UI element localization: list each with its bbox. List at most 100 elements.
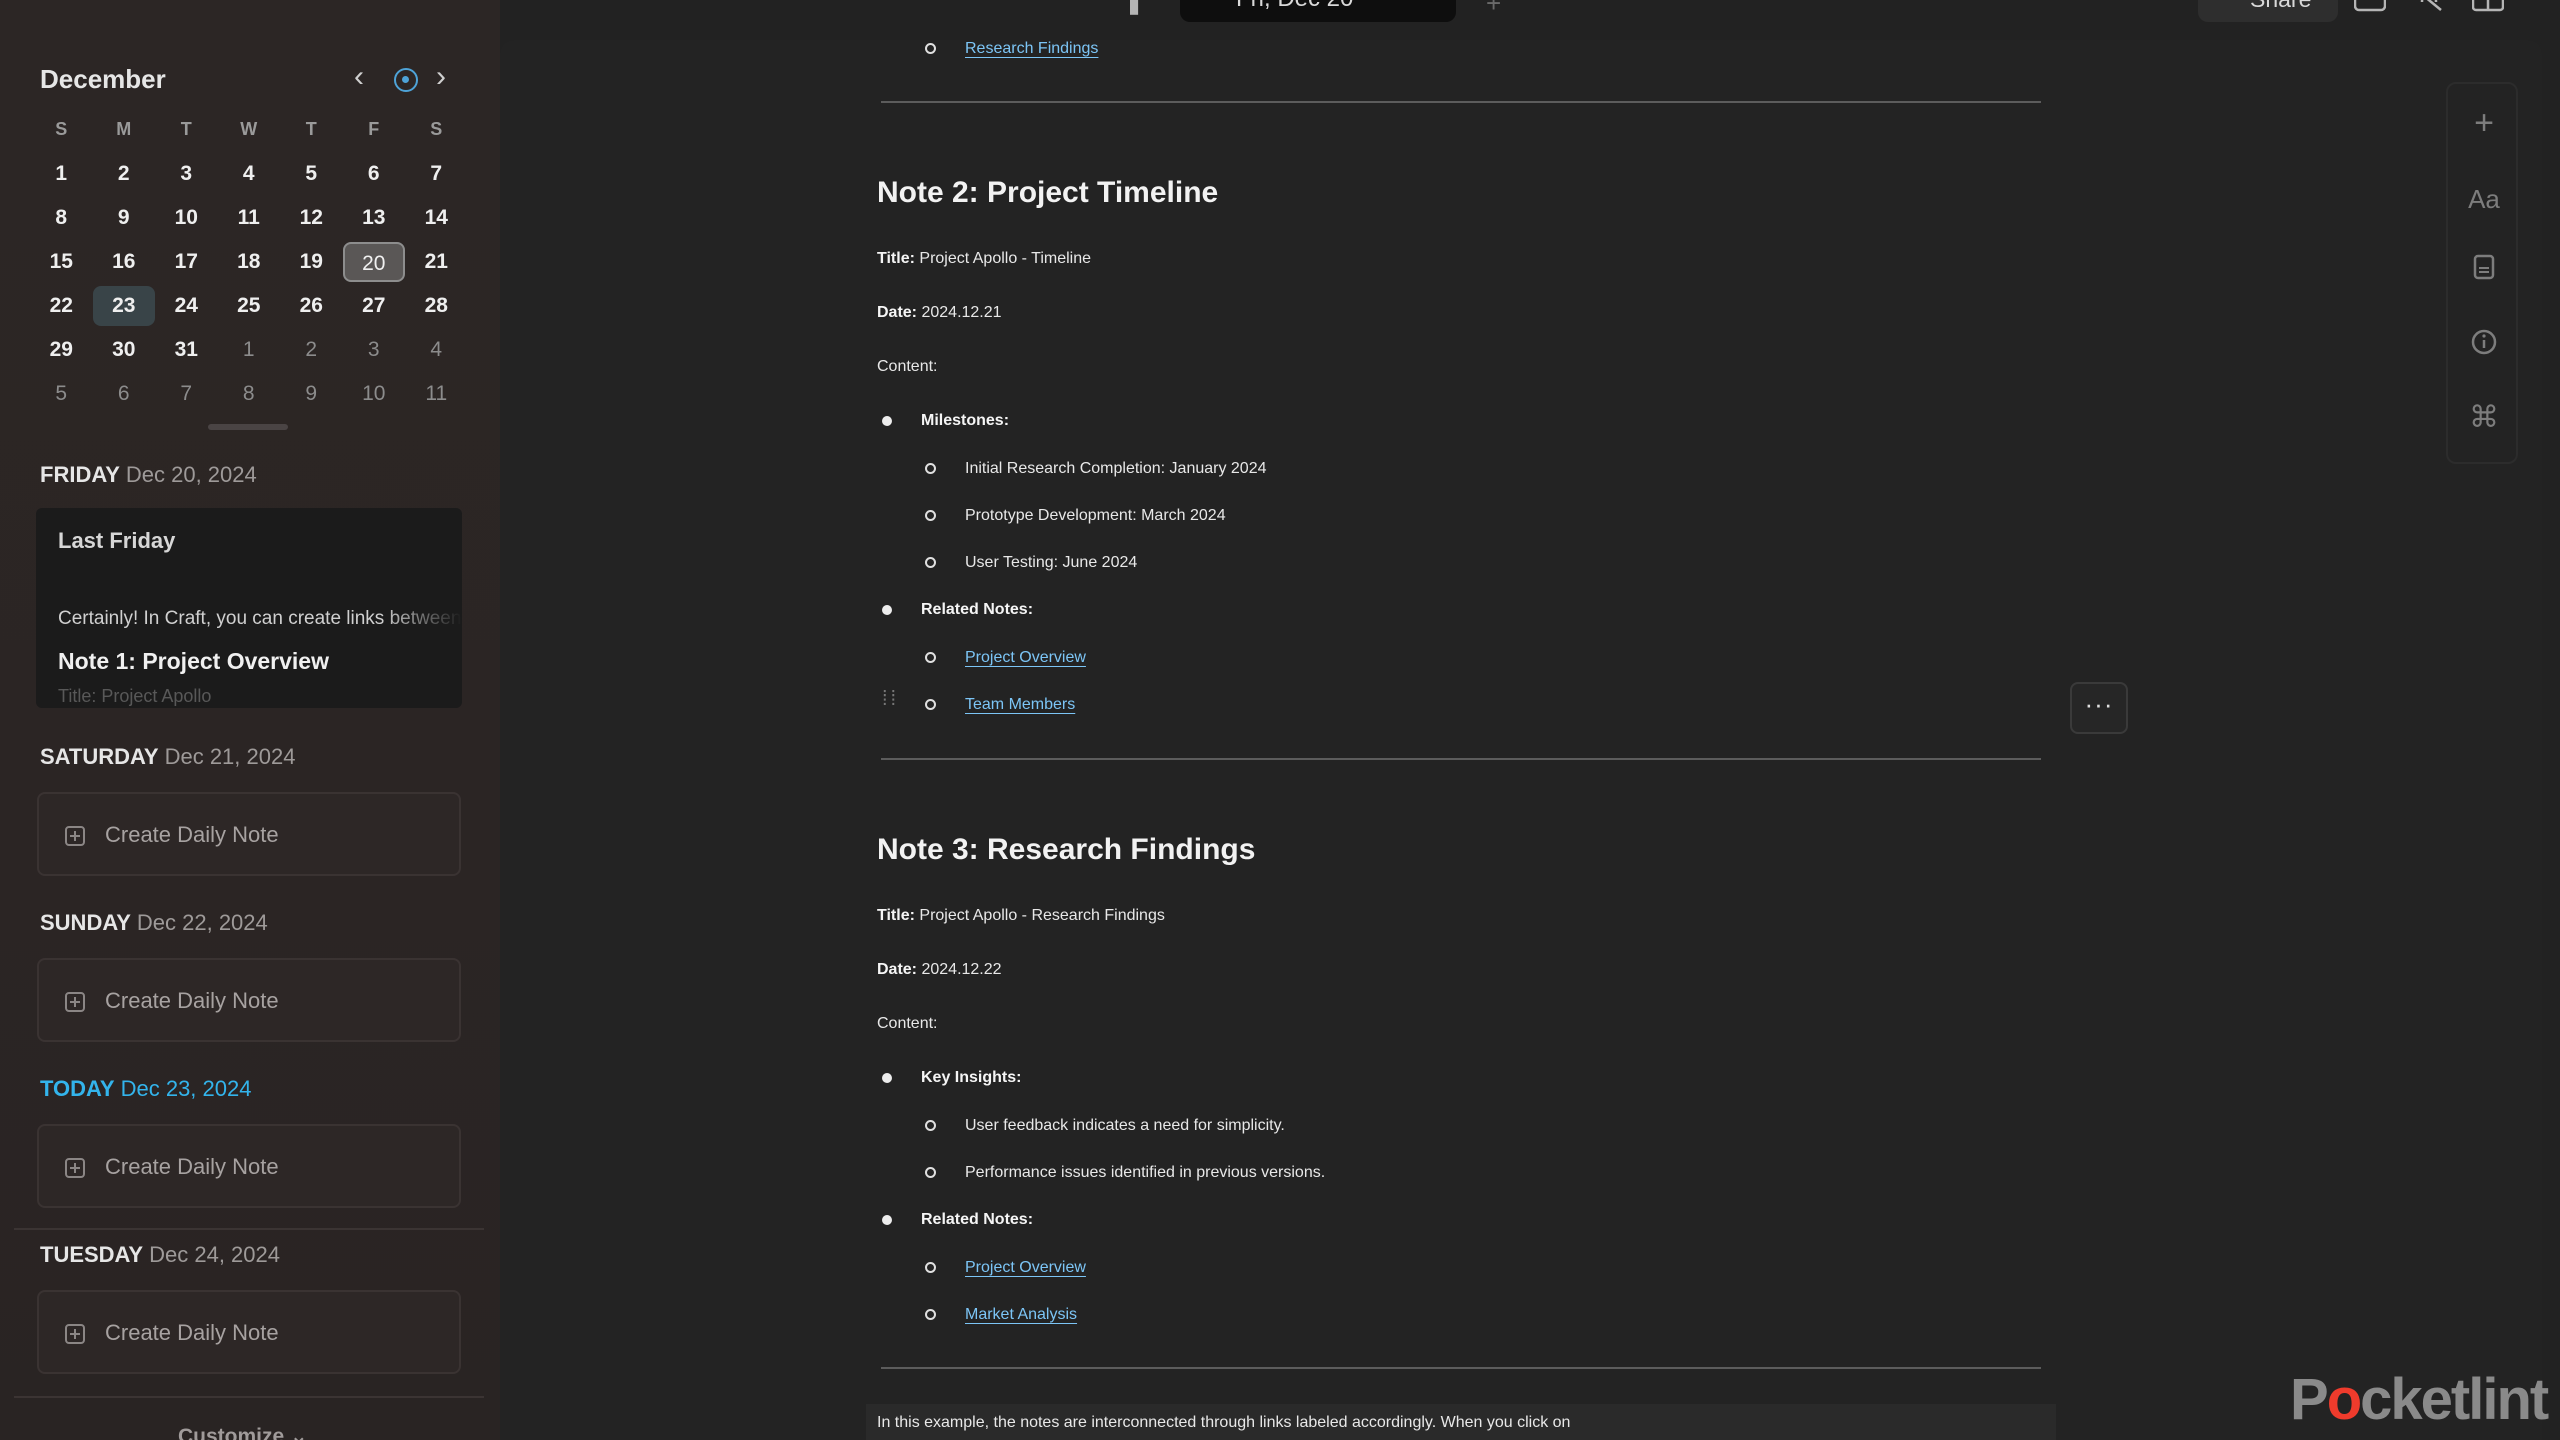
- page-style-icon[interactable]: [2448, 254, 2520, 287]
- calendar-day[interactable]: 15: [30, 242, 93, 282]
- calendar-day[interactable]: 19: [280, 242, 343, 282]
- calendar-day[interactable]: 5: [30, 374, 93, 414]
- pocketlint-watermark-logo: Pocketlint: [2290, 1366, 2549, 1433]
- previous-month-icon[interactable]: ‹: [354, 62, 364, 92]
- add-tab-icon[interactable]: +: [1486, 0, 1501, 16]
- summary-paragraph[interactable]: In this example, the notes are interconn…: [877, 1406, 1570, 1440]
- create-daily-note-button[interactable]: Create Daily Note: [37, 958, 461, 1042]
- lock-icon[interactable]: ▮: [1128, 0, 1140, 18]
- calendar-day[interactable]: 3: [155, 154, 218, 194]
- notifications-off-icon[interactable]: [2414, 0, 2444, 12]
- drag-handle-icon[interactable]: ⁞⁞: [882, 689, 899, 709]
- share-label: Share: [2250, 0, 2311, 12]
- add-block-icon[interactable]: +: [2448, 104, 2520, 143]
- calendar-day[interactable]: 2: [280, 330, 343, 370]
- calendar-resize-handle[interactable]: [208, 424, 288, 430]
- calendar-day[interactable]: 7: [155, 374, 218, 414]
- calendar-day[interactable]: 8: [218, 374, 281, 414]
- milestone-item: User Testing: June 2024: [965, 554, 1138, 571]
- calendar-day[interactable]: 2: [93, 154, 156, 194]
- day-weekday: SUNDAY: [40, 910, 131, 935]
- calendar-day[interactable]: 30: [93, 330, 156, 370]
- calendar-day[interactable]: 4: [218, 154, 281, 194]
- calendar-day[interactable]: 27: [343, 286, 406, 326]
- add-note-icon: [65, 826, 85, 846]
- weekday-label: S: [430, 119, 443, 139]
- block-more-options-button[interactable]: ···: [2070, 682, 2128, 734]
- command-icon[interactable]: ⌘: [2448, 400, 2520, 435]
- calendar-day[interactable]: 25: [218, 286, 281, 326]
- calendar-day[interactable]: 6: [343, 154, 406, 194]
- key-insights-label-text: Key Insights:: [921, 1069, 1022, 1086]
- customize-button[interactable]: Customize ⌄: [178, 1424, 308, 1440]
- link-project-overview[interactable]: Project Overview: [965, 1251, 1086, 1285]
- calendar-day[interactable]: 10: [343, 374, 406, 414]
- calendar-day[interactable]: 6: [93, 374, 156, 414]
- calendar-day[interactable]: 9: [280, 374, 343, 414]
- sidebar-divider: [14, 1396, 484, 1398]
- link-market-analysis[interactable]: Market Analysis: [965, 1298, 1077, 1332]
- info-icon[interactable]: [2448, 328, 2520, 363]
- calendar-day[interactable]: 22: [30, 286, 93, 326]
- create-daily-note-button[interactable]: Create Daily Note: [37, 1290, 461, 1374]
- day-date: Dec 24, 2024: [149, 1242, 280, 1267]
- calendar-day[interactable]: 20: [342, 242, 405, 282]
- calendar-day[interactable]: 13: [343, 198, 406, 238]
- weekday-label: F: [368, 119, 380, 139]
- share-button[interactable]: Share: [2198, 0, 2338, 22]
- date-label: Date:: [877, 304, 918, 321]
- create-daily-note-label: Create Daily Note: [105, 822, 279, 847]
- day-date: Dec 23, 2024: [120, 1076, 252, 1101]
- calendar-day[interactable]: 21: [405, 242, 468, 282]
- calendar-day[interactable]: 26: [280, 286, 343, 326]
- calendar-day[interactable]: 23: [92, 286, 155, 326]
- insight-item: User feedback indicates a need for simpl…: [965, 1117, 1285, 1134]
- calendar-day[interactable]: 17: [155, 242, 218, 282]
- document-date-pill[interactable]: Fri, Dec 20: [1180, 0, 1456, 22]
- calendar-day[interactable]: 14: [405, 198, 468, 238]
- create-daily-note-button[interactable]: Create Daily Note: [37, 1124, 461, 1208]
- day-header-sunday: SUNDAY Dec 22, 2024: [40, 910, 268, 936]
- calendar-day[interactable]: 1: [30, 154, 93, 194]
- note2-title-line: Title: Project Apollo - Timeline: [877, 242, 1091, 276]
- calendar-day[interactable]: 18: [218, 242, 281, 282]
- daily-note-card-friday[interactable]: Last Friday Certainly! In Craft, you can…: [36, 508, 462, 708]
- jump-to-today-icon[interactable]: [394, 68, 418, 92]
- calendar-day[interactable]: 4: [405, 330, 468, 370]
- text-style-icon[interactable]: Aa: [2448, 184, 2520, 215]
- card-snippet: Certainly! In Craft, you can create link…: [58, 608, 462, 629]
- weekday-label: S: [55, 119, 68, 139]
- calendar-day[interactable]: 10: [155, 198, 218, 238]
- note3-title-line: Title: Project Apollo - Research Finding…: [877, 899, 1165, 933]
- calendar-day[interactable]: 11: [218, 198, 281, 238]
- calendar-day[interactable]: 5: [280, 154, 343, 194]
- calendar-day[interactable]: 11: [405, 374, 468, 414]
- calendar-day[interactable]: 3: [343, 330, 406, 370]
- calendar-day[interactable]: 7: [405, 154, 468, 194]
- sidebar-divider: [14, 1228, 484, 1230]
- calendar-day[interactable]: 24: [155, 286, 218, 326]
- list-bullet: [882, 416, 892, 426]
- list-bullet: [925, 1120, 936, 1131]
- calendar-day[interactable]: 28: [405, 286, 468, 326]
- link-project-overview[interactable]: Project Overview: [965, 641, 1086, 675]
- split-view-icon[interactable]: [2472, 0, 2504, 12]
- next-month-icon[interactable]: ›: [436, 62, 446, 92]
- calendar-day[interactable]: 29: [30, 330, 93, 370]
- day-weekday: TUESDAY: [40, 1242, 144, 1267]
- calendar-day[interactable]: 1: [218, 330, 281, 370]
- calendar-day[interactable]: 12: [280, 198, 343, 238]
- milestone-item: Prototype Development: March 2024: [965, 507, 1226, 524]
- create-daily-note-label: Create Daily Note: [105, 988, 279, 1013]
- create-daily-note-button[interactable]: Create Daily Note: [37, 792, 461, 876]
- link-research-findings[interactable]: Research Findings: [965, 32, 1098, 66]
- editor-pane: [500, 40, 2542, 1440]
- title-label: Title:: [877, 907, 915, 924]
- calendar-day[interactable]: 8: [30, 198, 93, 238]
- calendar-day[interactable]: 9: [93, 198, 156, 238]
- calendar-day[interactable]: 16: [93, 242, 156, 282]
- link-team-members[interactable]: Team Members: [965, 688, 1075, 722]
- calendar-day[interactable]: 31: [155, 330, 218, 370]
- upload-icon[interactable]: [2354, 0, 2386, 12]
- day-header-saturday: SATURDAY Dec 21, 2024: [40, 744, 295, 770]
